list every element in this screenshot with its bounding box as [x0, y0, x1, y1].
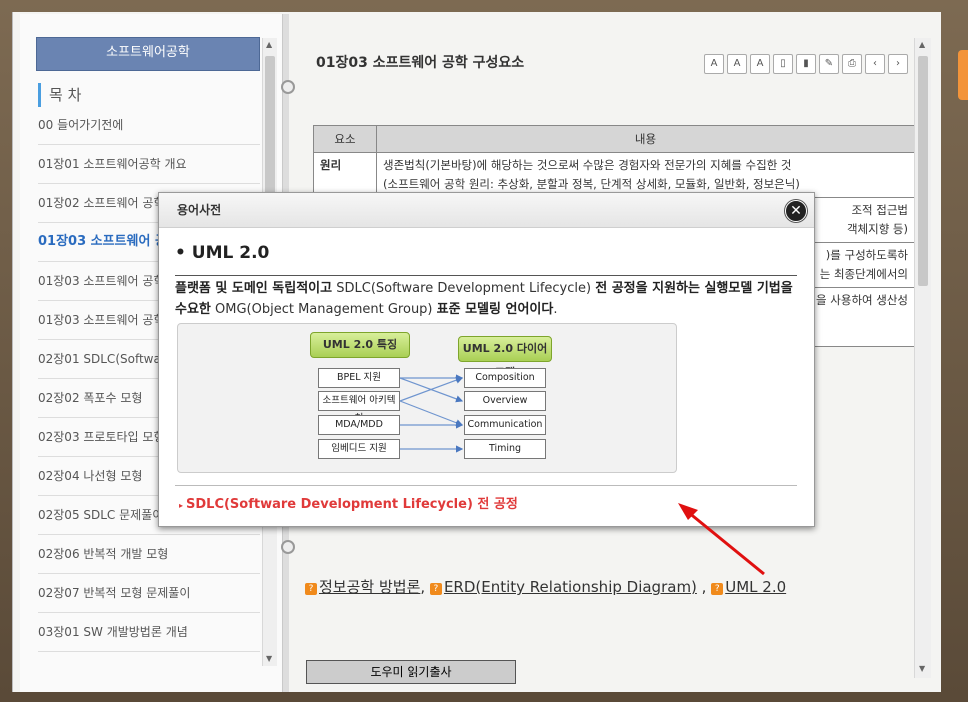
- pointer-arrow: [678, 503, 765, 576]
